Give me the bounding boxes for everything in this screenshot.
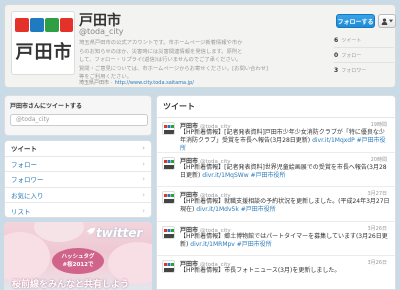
tweet-item[interactable]: 戸田市 @toda_city 3月26日 【HP新着情報】市長フォトニュース(3月… <box>157 256 395 289</box>
tweet-time[interactable]: 3月27日 <box>367 190 387 197</box>
toda-logo-icon <box>164 125 174 134</box>
tweet-link[interactable]: divr.it/1MqSWw <box>202 172 248 179</box>
cherry-tree-shape <box>4 232 50 282</box>
stat-following[interactable]: 0 フォロー <box>334 48 394 63</box>
nav-item-lists[interactable]: リスト › <box>5 203 151 217</box>
profile-handle: @toda_city <box>79 27 124 36</box>
nav-item-following[interactable]: フォロー › <box>5 157 151 172</box>
tweet-item[interactable]: 戸田市 @toda_city 19時間 【HP新着情報】[記者発表資料]戸田市少年… <box>157 118 395 153</box>
tweet-hashtag[interactable]: #戸田市役所 <box>237 241 272 248</box>
toda-logo-icon <box>164 263 174 272</box>
bio-line: 質問・ご意見については、市ホームページからお寄せください。[お問い合わせ] <box>79 65 268 72</box>
chevron-right-icon: › <box>142 159 145 168</box>
tweet-hashtag[interactable]: #戸田市役所 <box>251 172 286 179</box>
stat-number: 6 <box>334 36 339 44</box>
tweet-to-title: 戸田市さんにツイートする <box>10 103 83 110</box>
toda-logo-icon <box>15 18 73 32</box>
tweet-text: 【HP新着情報】[記者発表資料]戸田市少年少女消防クラブが「特に優良な少年消防ク… <box>180 129 385 144</box>
tweet-avatar[interactable] <box>162 191 175 204</box>
profile-url-link[interactable]: http://www.city.toda.saitama.jp/ <box>115 80 194 86</box>
bio-line: して、フォロー・リプライ(返信)は行いませんのでご了承ください。 <box>79 57 242 64</box>
tweet-time[interactable]: 3月26日 <box>367 259 387 266</box>
profile-card: 戸田市 戸田市 @toda_city 埼玉県戸田市の公式アカウントです。市ホーム… <box>4 4 396 88</box>
profile-stats: 6 ツイート 0 フォロー 3 フォロワー <box>334 33 394 78</box>
user-actions-button[interactable] <box>378 14 396 28</box>
tweet-text: 【HP新着情報】市長フォトニュース(3月)を更新しました。 <box>180 267 341 274</box>
nav-item-tweets[interactable]: ツイート › <box>5 141 151 157</box>
tweet-link[interactable]: divr.it/1Mdv5k <box>196 206 239 213</box>
toda-logo-icon <box>164 159 174 169</box>
tweet-hashtag[interactable]: #戸田市役所 <box>241 206 276 213</box>
tweet-link[interactable]: divr.it/1MqxdP <box>312 137 355 144</box>
tweet-item[interactable]: 戸田市 @toda_city 3月27日 【HP新着情報】就職支援相談の予約状況を… <box>157 187 395 222</box>
nav-item-followers[interactable]: フォロワー › <box>5 172 151 188</box>
follow-button[interactable]: フォローする <box>336 14 375 28</box>
chevron-right-icon: › <box>142 206 145 215</box>
tweet-item[interactable]: 戸田市 @toda_city 20時間 【HP新着情報】[記者発表資料]世界児童絵… <box>157 153 395 187</box>
profile-location: 埼玉県戸田市 <box>79 80 110 86</box>
sakura-promo-banner[interactable]: twitter ハッシュタグ #桜2012で 桜前線をみんなと共有しよう <box>4 222 152 290</box>
profile-location-row: 埼玉県戸田市 · http://www.city.toda.saitama.jp/ <box>79 79 194 86</box>
logo-kanji: 戸田市 <box>15 42 73 63</box>
tweet-link[interactable]: divr.it/1MRMpv <box>190 241 235 248</box>
nav-item-label: リスト <box>11 207 31 216</box>
nav-item-label: フォロワー <box>11 176 44 185</box>
tweet-item[interactable]: 戸田市 @toda_city 3月26日 【HP新着情報】郷土博物館ではパートタイ… <box>157 222 395 256</box>
hashtag-line: #桜2012で <box>62 262 94 268</box>
tweet-to-input[interactable]: @toda_city <box>10 114 148 126</box>
separator: · <box>111 80 113 86</box>
profile-bio: 埼玉県戸田市の公式アカウントです。市ホームページ新着情報や市か らのお知らせのほ… <box>79 39 303 82</box>
hashtag-badge: ハッシュタグ #桜2012で <box>52 248 104 274</box>
nav-item-label: フォロー <box>11 160 37 169</box>
stat-number: 0 <box>334 51 339 59</box>
tweet-to-box: 戸田市さんにツイートする @toda_city <box>4 95 152 136</box>
bio-line: らのお知らせのほか、災害時には災害関連情報を発信します。原則と <box>79 48 243 55</box>
profile-nav: ツイート › フォロー › フォロワー › お気に入り › リスト › <box>4 140 152 218</box>
stat-tweets[interactable]: 6 ツイート <box>334 33 394 48</box>
stat-label: フォロー <box>341 52 362 59</box>
tweet-avatar[interactable] <box>162 260 175 273</box>
tweet-avatar[interactable] <box>162 122 175 135</box>
timeline-heading: ツイート <box>157 96 395 118</box>
tweet-avatar[interactable] <box>162 156 175 170</box>
tweet-time[interactable]: 3月26日 <box>367 225 387 232</box>
twitter-logo: twitter <box>96 226 143 240</box>
twitter-bird-icon <box>87 227 95 234</box>
chevron-right-icon: › <box>142 175 145 184</box>
nav-item-label: お気に入り <box>11 191 44 200</box>
chevron-right-icon: › <box>142 190 145 199</box>
nav-item-label: ツイート <box>11 145 37 154</box>
stat-label: フォロワー <box>341 68 367 74</box>
tweet-timeline: ツイート 戸田市 @toda_city 19時間 【HP新着情報】[記者発表資料]… <box>156 95 396 290</box>
stat-followers[interactable]: 3 フォロワー <box>334 63 394 78</box>
chevron-right-icon: › <box>142 144 145 153</box>
stat-label: ツイート <box>341 37 362 44</box>
hashtag-line: ハッシュタグ <box>61 254 95 260</box>
bio-line: 埼玉県戸田市の公式アカウントです。市ホームページ新着情報や市か <box>79 40 243 46</box>
nav-item-favorites[interactable]: お気に入り › <box>5 188 151 203</box>
banner-caption: 桜前線をみんなと共有しよう <box>12 280 130 290</box>
caret-down-icon <box>389 19 393 23</box>
tweet-time[interactable]: 20時間 <box>371 156 387 163</box>
profile-avatar[interactable]: 戸田市 <box>11 11 75 75</box>
tweet-avatar[interactable] <box>162 225 175 239</box>
stat-number: 3 <box>334 67 339 74</box>
toda-logo-icon <box>164 194 174 203</box>
toda-logo-icon <box>164 228 174 238</box>
tweet-time[interactable]: 19時間 <box>371 121 387 128</box>
person-icon <box>381 17 388 25</box>
